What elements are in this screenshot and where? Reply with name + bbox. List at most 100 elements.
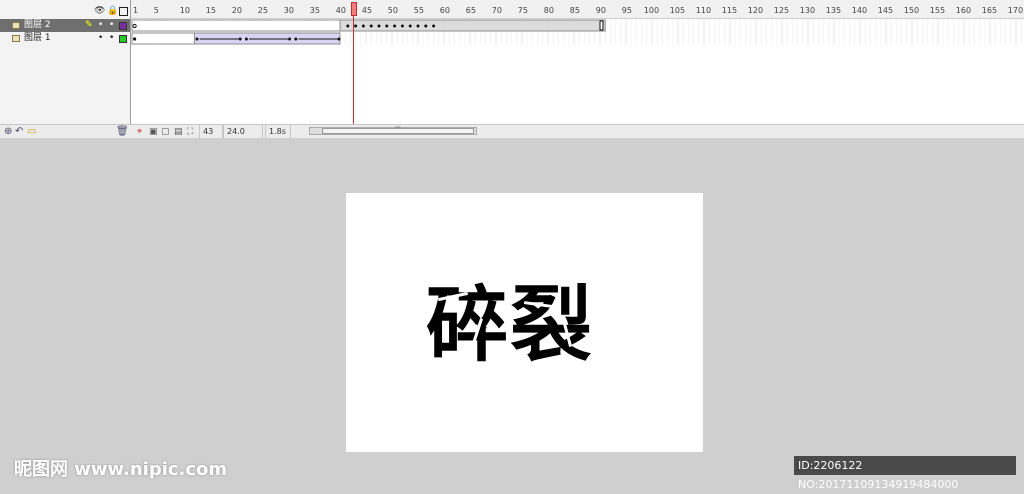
ruler-label: 35 — [309, 6, 320, 15]
ruler-label: 115 — [721, 6, 738, 15]
ruler-label: 65 — [465, 6, 476, 15]
keyframe — [354, 24, 358, 28]
frame-span — [131, 19, 341, 32]
watermark-site: 昵图网 www.nipic.com — [14, 459, 228, 480]
layer-row-2[interactable]: 图层 2 ✎ • • — [0, 19, 130, 32]
frame-grid[interactable] — [131, 19, 1024, 124]
ruler-label: 45 — [361, 6, 372, 15]
ruler-label: 170 — [1007, 6, 1024, 15]
keyframe — [408, 24, 412, 28]
ruler-label: 75 — [517, 6, 528, 15]
keyframe — [377, 24, 381, 28]
timeline-panel: 👁 🔒 图层 2 ✎ • • 图层 1 • • ⊕ ↶ ▭ 🗑 1 5 10 15 20… — [0, 0, 1024, 149]
ruler-label: 55 — [413, 6, 424, 15]
stage-text[interactable]: 碎裂 — [426, 258, 594, 377]
outline-color-swatch[interactable] — [119, 35, 127, 43]
frame-rate[interactable]: 24.0 fps — [223, 125, 263, 149]
keyframe — [400, 24, 404, 28]
frame-ruler[interactable]: 1 5 10 15 20 25 30 35 40 45 50 55 60 65 70 75 80 85 90 95 10… — [131, 0, 1024, 19]
keyframe — [416, 24, 420, 28]
keyframe — [294, 37, 298, 41]
ruler-label: 160 — [955, 6, 972, 15]
keyframe — [385, 24, 389, 28]
keyframe — [346, 24, 350, 28]
keyframe — [369, 24, 373, 28]
ruler-label: 165 — [981, 6, 998, 15]
ruler-label: 85 — [569, 6, 580, 15]
lock-dot[interactable]: • — [109, 19, 114, 32]
frames-area[interactable]: 1 5 10 15 20 25 30 35 40 45 50 55 60 65 70 75 80 85 90 95 10… — [131, 0, 1024, 124]
ruler-label: 25 — [257, 6, 268, 15]
delete-layer-icon[interactable]: 🗑 — [116, 126, 129, 138]
ruler-label: 135 — [825, 6, 842, 15]
ruler-label: 120 — [747, 6, 764, 15]
ruler-label: 50 — [387, 6, 398, 15]
ruler-label: 80 — [543, 6, 554, 15]
visibility-dot[interactable]: • — [98, 32, 103, 45]
center-frame-icon[interactable]: ⌖ — [137, 126, 142, 138]
ruler-label: 70 — [491, 6, 502, 15]
layer-panel: 👁 🔒 图层 2 ✎ • • 图层 1 • • — [0, 0, 131, 138]
lock-dot[interactable]: • — [109, 32, 114, 45]
horizontal-scrollbar[interactable]: ''' — [309, 125, 477, 135]
onion-skin-icon[interactable]: ▣ — [149, 126, 158, 138]
layer-icon — [12, 22, 20, 29]
ruler-label: 105 — [669, 6, 686, 15]
ruler-label: 140 — [851, 6, 868, 15]
keyframe — [361, 24, 365, 28]
ruler-label: 95 — [621, 6, 632, 15]
new-folder-icon[interactable]: ▭ — [27, 126, 36, 138]
ruler-label: 40 — [335, 6, 346, 15]
eye-icon[interactable]: 👁 — [94, 7, 105, 16]
layer-name: 图层 1 — [24, 33, 51, 43]
ruler-label: 110 — [695, 6, 712, 15]
edit-multiple-icon[interactable]: ▤ — [174, 126, 183, 138]
stage-workspace: 碎裂 — [0, 138, 1024, 485]
keyframe — [424, 24, 428, 28]
ruler-label: 145 — [877, 6, 894, 15]
keyframe — [238, 37, 242, 41]
frame-rows[interactable] — [131, 19, 1024, 124]
keyframe — [244, 37, 248, 41]
ruler-label: 20 — [231, 6, 242, 15]
visibility-dot[interactable]: • — [98, 19, 103, 32]
keyframe — [288, 37, 292, 41]
motion-guide-icon[interactable]: ↶ — [15, 126, 23, 138]
layer-row-1[interactable]: 图层 1 • • — [0, 32, 130, 45]
ruler-label: 125 — [773, 6, 790, 15]
ruler-label: 130 — [799, 6, 816, 15]
layer-header: 👁 🔒 — [0, 4, 131, 18]
keyframe — [195, 37, 199, 41]
layer-icon — [12, 35, 20, 42]
pencil-icon: ✎ — [85, 20, 93, 30]
elapsed-time: 1.8s — [265, 125, 291, 138]
keyframe — [393, 24, 397, 28]
keyframe — [133, 37, 137, 41]
outline-icon[interactable] — [119, 7, 128, 16]
new-layer-icon[interactable]: ⊕ — [4, 126, 12, 138]
keyframe — [432, 24, 436, 28]
ruler-label: 60 — [439, 6, 450, 15]
outline-color-swatch[interactable] — [119, 22, 127, 30]
ruler-label: 15 — [205, 6, 216, 15]
ruler-label: 90 — [595, 6, 606, 15]
ruler-label: 1 — [133, 6, 139, 15]
watermark-id: ID:2206122 NO:20171109134919484000 — [794, 456, 1016, 491]
playhead-line — [353, 16, 354, 124]
ruler-label: 155 — [929, 6, 946, 15]
lock-icon[interactable]: 🔒 — [107, 7, 118, 16]
scroll-grip: ''' — [395, 125, 401, 133]
onion-outline-icon[interactable]: ▢ — [161, 126, 170, 138]
onion-markers-icon[interactable]: ⛶ — [187, 126, 193, 138]
layer-name: 图层 2 — [24, 20, 51, 30]
end-frame — [599, 20, 604, 31]
playhead-handle[interactable] — [351, 2, 357, 16]
ruler-label: 150 — [903, 6, 920, 15]
stage-canvas[interactable]: 碎裂 — [346, 193, 703, 452]
keyframe — [337, 37, 341, 41]
ruler-label: 30 — [283, 6, 294, 15]
ruler-label: 10 — [179, 6, 190, 15]
scrollbar-thumb[interactable]: ''' — [322, 125, 474, 134]
current-frame: 43 — [199, 125, 223, 138]
ruler-label: 100 — [643, 6, 660, 15]
